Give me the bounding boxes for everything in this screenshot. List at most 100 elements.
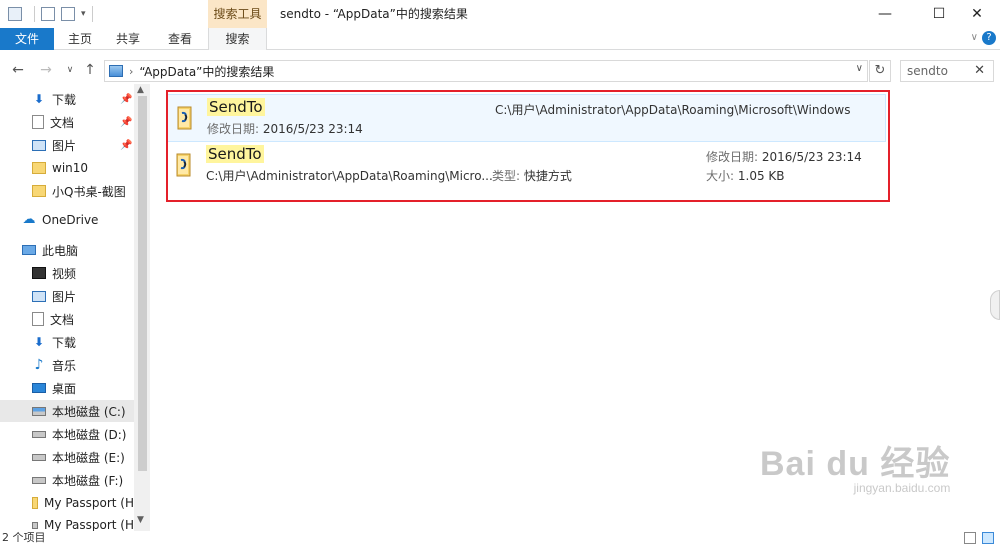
address-bar[interactable]: › “AppData”中的搜索结果 ∨	[104, 60, 868, 82]
result-name[interactable]: SendTo	[207, 98, 265, 116]
sidebar-item-drive-e[interactable]: 本地磁盘 (E:)	[0, 446, 134, 468]
breadcrumb[interactable]: “AppData”中的搜索结果	[139, 63, 274, 80]
desktop-icon	[32, 383, 46, 393]
sidebar-item-label: 本地磁盘 (C:)	[52, 404, 126, 419]
document-icon	[32, 312, 44, 326]
search-folder-icon	[109, 65, 123, 77]
sidebar-item-label: 视频	[52, 266, 77, 281]
up-arrow-icon[interactable]: ↑	[80, 60, 100, 80]
sidebar-item-screenshots[interactable]: 小Q书桌-截图	[0, 180, 134, 202]
sidebar-item-win10[interactable]: win10	[0, 157, 134, 179]
shortcut-icon	[176, 153, 191, 177]
address-dropdown-icon[interactable]: ∨	[856, 63, 863, 74]
sidebar-item-documents[interactable]: 文档	[0, 308, 134, 330]
sidebar-scrollbar-thumb[interactable]	[138, 96, 147, 471]
refresh-icon[interactable]: ↻	[869, 60, 891, 82]
sidebar-item-label: 下载	[52, 92, 77, 107]
close-button[interactable]: ✕	[954, 0, 1000, 28]
drive-icon	[32, 476, 46, 484]
sidebar-item-drive-c[interactable]: 本地磁盘 (C:)	[0, 400, 134, 422]
sidebar-item-label: 桌面	[52, 381, 77, 396]
sidebar-item-this-pc[interactable]: 此电脑	[0, 239, 134, 261]
sidebar-item-label: My Passport (H	[44, 496, 134, 510]
new-folder-icon[interactable]	[61, 7, 75, 21]
download-icon: ⬇	[33, 335, 45, 349]
sidebar-item-label: 小Q书桌-截图	[52, 184, 126, 199]
sidebar-item-videos[interactable]: 视频	[0, 262, 134, 284]
result-size: 大小: 1.05 KB	[706, 169, 785, 183]
sidebar-item-label: 本地磁盘 (F:)	[52, 473, 124, 488]
pane-expand-handle[interactable]	[990, 290, 1000, 320]
tab-view[interactable]: 查看	[160, 28, 200, 50]
videos-icon	[32, 267, 46, 279]
recent-locations-icon[interactable]: ∨	[60, 60, 80, 80]
sidebar-item-label: 本地磁盘 (D:)	[52, 427, 127, 442]
sidebar-item-label: 文档	[50, 312, 75, 327]
tab-search[interactable]: 搜索	[208, 28, 267, 50]
breadcrumb-chevron-icon[interactable]: ›	[129, 65, 133, 78]
drive-icon	[32, 521, 39, 529]
sidebar-item-label: 下载	[52, 335, 77, 350]
search-query[interactable]: sendto	[907, 64, 948, 78]
pin-icon[interactable]: 📌	[120, 94, 132, 105]
result-item[interactable]: SendTo 修改日期: 2016/5/23 23:14 C:\用户\Admin…	[166, 94, 886, 142]
sidebar-item-label: 音乐	[52, 358, 77, 373]
sidebar-item-label: 图片	[52, 289, 77, 304]
sidebar-item-my-passport-drive[interactable]: My Passport (H	[0, 518, 134, 531]
sidebar-item-pictures-pinned[interactable]: 图片 📌	[0, 134, 134, 156]
search-results-pane: SendTo 修改日期: 2016/5/23 23:14 C:\用户\Admin…	[150, 84, 990, 531]
chevron-down-icon[interactable]: ∨	[971, 32, 978, 43]
tab-home[interactable]: 主页	[60, 28, 100, 50]
result-path: C:\用户\Administrator\AppData\Roaming\Micr…	[206, 169, 493, 183]
sidebar-item-pictures[interactable]: 图片	[0, 285, 134, 307]
status-bar: 2 个项目	[0, 531, 1000, 545]
sidebar-item-downloads[interactable]: ⬇ 下载	[0, 331, 134, 353]
sidebar-item-onedrive[interactable]: ☁ OneDrive	[0, 209, 134, 231]
title-bar: ▾ 搜索工具 sendto - “AppData”中的搜索结果 — ☐ ✕	[0, 0, 1000, 28]
large-icons-view-icon[interactable]	[982, 532, 994, 544]
sidebar-item-downloads-pinned[interactable]: ⬇ 下载 📌	[0, 88, 134, 110]
sidebar-item-drive-f[interactable]: 本地磁盘 (F:)	[0, 469, 134, 491]
sidebar-item-drive-d[interactable]: 本地磁盘 (D:)	[0, 423, 134, 445]
clear-search-icon[interactable]: ✕	[974, 63, 985, 78]
sidebar-item-music[interactable]: ♪ 音乐	[0, 354, 134, 376]
tab-file[interactable]: 文件	[0, 28, 54, 50]
document-icon	[32, 115, 44, 129]
sidebar-item-label: My Passport (H	[44, 518, 134, 531]
help-icon[interactable]: ?	[982, 31, 996, 45]
sidebar-item-desktop[interactable]: 桌面	[0, 377, 134, 399]
folder-icon	[32, 497, 39, 509]
tab-share[interactable]: 共享	[108, 28, 148, 50]
context-tab-search-tools: 搜索工具	[208, 0, 267, 28]
this-pc-icon	[22, 245, 36, 255]
ribbon-tabs: 文件 主页 共享 查看 搜索 ∨ ?	[0, 28, 1000, 50]
result-type: 类型: 快捷方式	[492, 169, 572, 183]
forward-arrow-icon[interactable]: →	[36, 60, 56, 80]
properties-icon[interactable]	[41, 7, 55, 21]
pin-icon[interactable]: 📌	[120, 140, 132, 151]
download-icon: ⬇	[33, 92, 45, 106]
sidebar-item-label: 图片	[52, 138, 77, 153]
minimize-button[interactable]: —	[862, 0, 908, 28]
sidebar-item-label: win10	[52, 161, 89, 175]
result-path: C:\用户\Administrator\AppData\Roaming\Micr…	[495, 103, 851, 117]
pin-icon[interactable]: 📌	[120, 117, 132, 128]
pictures-icon	[32, 139, 46, 151]
result-name[interactable]: SendTo	[206, 145, 264, 163]
system-drive-icon	[32, 406, 46, 416]
scroll-up-icon[interactable]: ▲	[137, 85, 144, 95]
music-icon: ♪	[34, 357, 44, 373]
sidebar-item-label: 本地磁盘 (E:)	[52, 450, 125, 465]
sidebar-item-documents-pinned[interactable]: 文档 📌	[0, 111, 134, 133]
result-item[interactable]: SendTo C:\用户\Administrator\AppData\Roami…	[166, 142, 886, 190]
search-input[interactable]: sendto ✕	[900, 60, 994, 82]
navigation-bar: ← → ∨ ↑ › “AppData”中的搜索结果 ∨ ↻ sendto ✕	[0, 56, 1000, 84]
scroll-down-icon[interactable]: ▼	[137, 515, 144, 525]
drive-icon	[32, 430, 46, 438]
drive-icon	[32, 453, 46, 461]
back-arrow-icon[interactable]: ←	[8, 60, 28, 80]
sidebar-item-label: OneDrive	[42, 213, 99, 227]
details-view-icon[interactable]	[964, 532, 976, 544]
sidebar-item-my-passport[interactable]: My Passport (H	[0, 492, 134, 514]
customize-qat-icon[interactable]: ▾	[81, 9, 86, 19]
